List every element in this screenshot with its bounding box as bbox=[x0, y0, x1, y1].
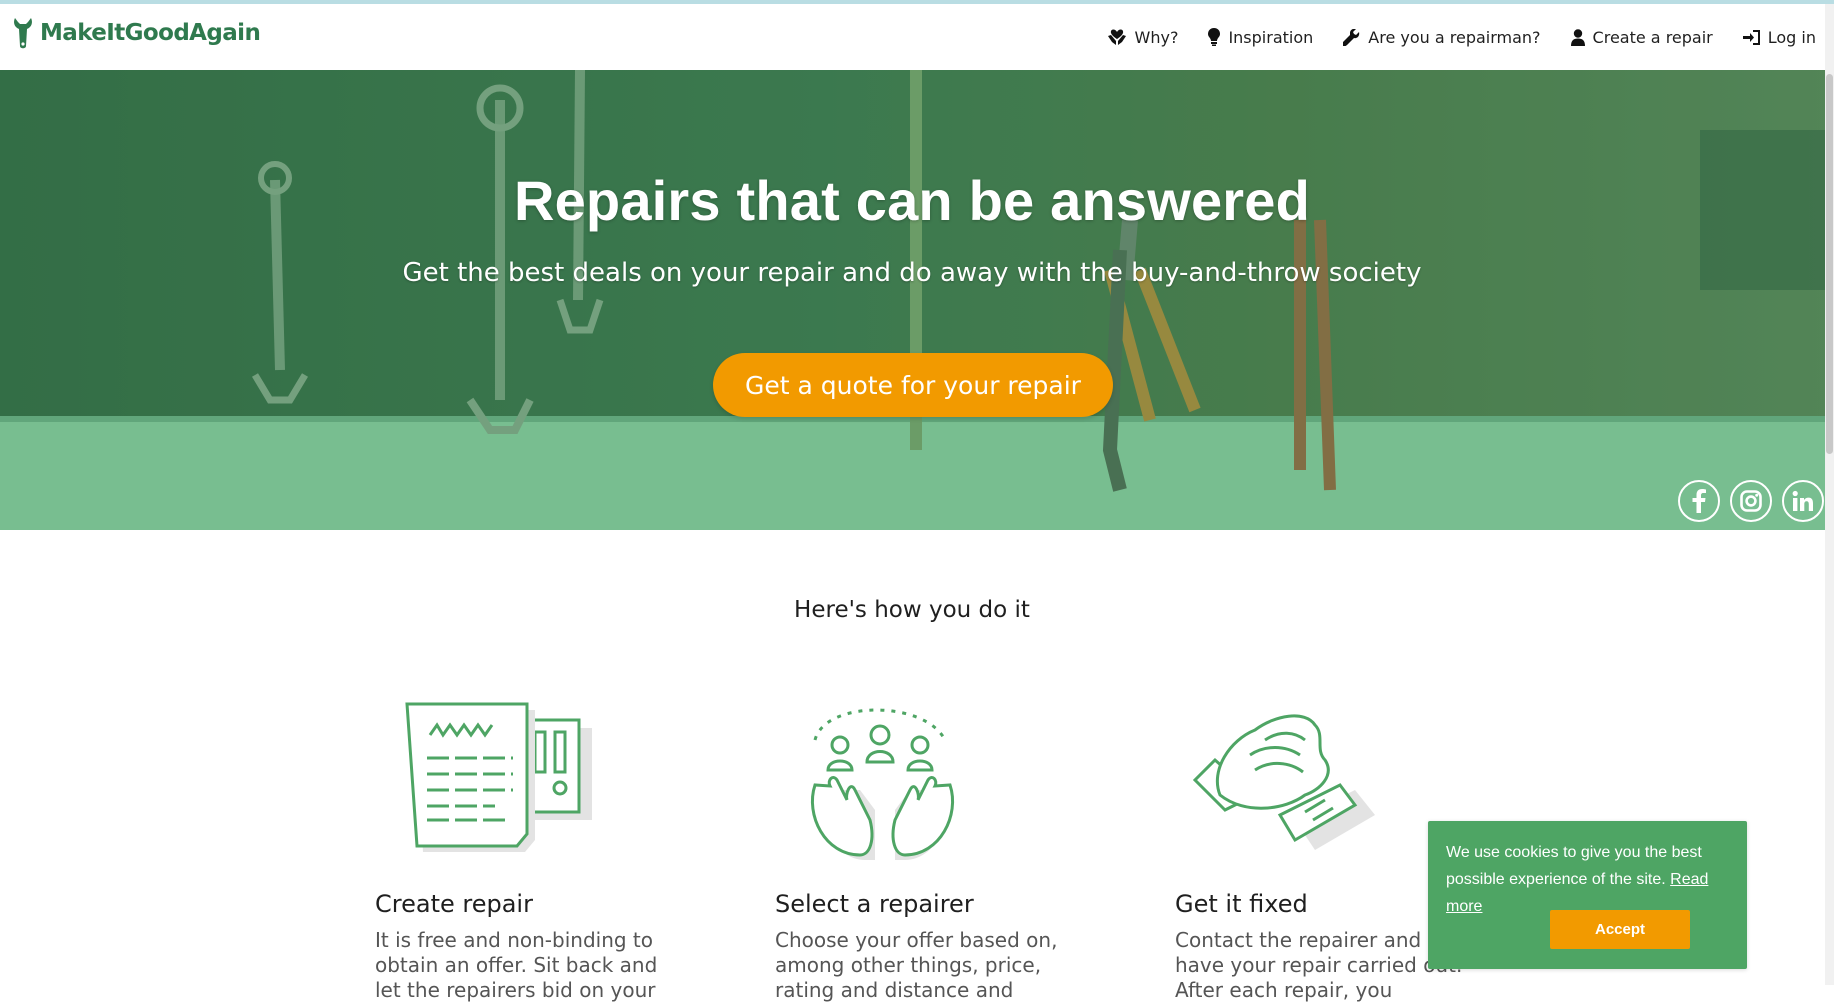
step-title: Create repair bbox=[375, 890, 533, 918]
cookie-message: We use cookies to give you the best poss… bbox=[1446, 839, 1736, 920]
brand-name: MakeItGoodAgain bbox=[40, 20, 261, 46]
wrench-icon bbox=[1343, 28, 1360, 46]
step-title: Get it fixed bbox=[1175, 890, 1308, 918]
cookie-banner: We use cookies to give you the best poss… bbox=[1428, 821, 1747, 969]
sign-in-icon bbox=[1742, 29, 1760, 45]
facebook-icon[interactable] bbox=[1678, 480, 1720, 522]
lightbulb-icon bbox=[1208, 28, 1221, 46]
accept-cookies-button[interactable]: Accept bbox=[1550, 910, 1690, 949]
document-icon bbox=[405, 702, 592, 852]
user-icon bbox=[1570, 28, 1585, 46]
social-links bbox=[1678, 480, 1824, 522]
hands-people-icon bbox=[810, 708, 955, 860]
nav-create-repair[interactable]: Create a repair bbox=[1570, 27, 1713, 47]
cookie-text: We use cookies to give you the best poss… bbox=[1446, 844, 1702, 888]
nav-login-label: Log in bbox=[1767, 27, 1816, 47]
instagram-icon[interactable] bbox=[1730, 480, 1772, 522]
how-section-title: Here's how you do it bbox=[794, 597, 1030, 623]
site-header: MakeItGoodAgain Why? Inspiration Are you… bbox=[0, 4, 1834, 71]
wrench-logo-icon bbox=[14, 18, 32, 49]
nav-inspiration-label: Inspiration bbox=[1228, 27, 1314, 47]
logo[interactable]: MakeItGoodAgain bbox=[12, 16, 261, 50]
step-text: Choose your offer based on, among other … bbox=[775, 928, 1058, 1002]
step-select-repairer: Select a repairer Choose your offer base… bbox=[775, 700, 1075, 1002]
get-quote-button[interactable]: Get a quote for your repair bbox=[713, 353, 1113, 417]
nav-why-label: Why? bbox=[1134, 27, 1179, 47]
hero-banner: Repairs that can be answered Get the bes… bbox=[0, 70, 1834, 530]
hero-title: Repairs that can be answered bbox=[513, 169, 1311, 232]
nav-login[interactable]: Log in bbox=[1742, 27, 1816, 47]
nav-inspiration[interactable]: Inspiration bbox=[1208, 28, 1313, 47]
nav-create-repair-label: Create a repair bbox=[1592, 27, 1713, 47]
scrollbar-thumb[interactable] bbox=[1826, 74, 1833, 454]
linkedin-icon[interactable] bbox=[1782, 480, 1824, 522]
page-scrollbar[interactable] bbox=[1825, 4, 1834, 985]
handshake-icon bbox=[1192, 714, 1375, 850]
nav-repairman[interactable]: Are you a repairman? bbox=[1343, 27, 1541, 47]
hero-subtitle: Get the best deals on your repair and do… bbox=[402, 258, 1422, 288]
tools-background-image bbox=[0, 70, 1834, 530]
step-title: Select a repairer bbox=[775, 890, 974, 918]
nav-why[interactable]: Why? bbox=[1107, 27, 1179, 47]
main-nav: Why? Inspiration Are you a repairman? Cr… bbox=[1107, 4, 1816, 70]
nav-repairman-label: Are you a repairman? bbox=[1368, 27, 1541, 47]
step-create-repair: Create repair It is free and non-binding… bbox=[375, 700, 675, 1002]
hands-heart-icon bbox=[1107, 29, 1126, 45]
step-text: It is free and non-binding to obtain an … bbox=[375, 928, 658, 1002]
